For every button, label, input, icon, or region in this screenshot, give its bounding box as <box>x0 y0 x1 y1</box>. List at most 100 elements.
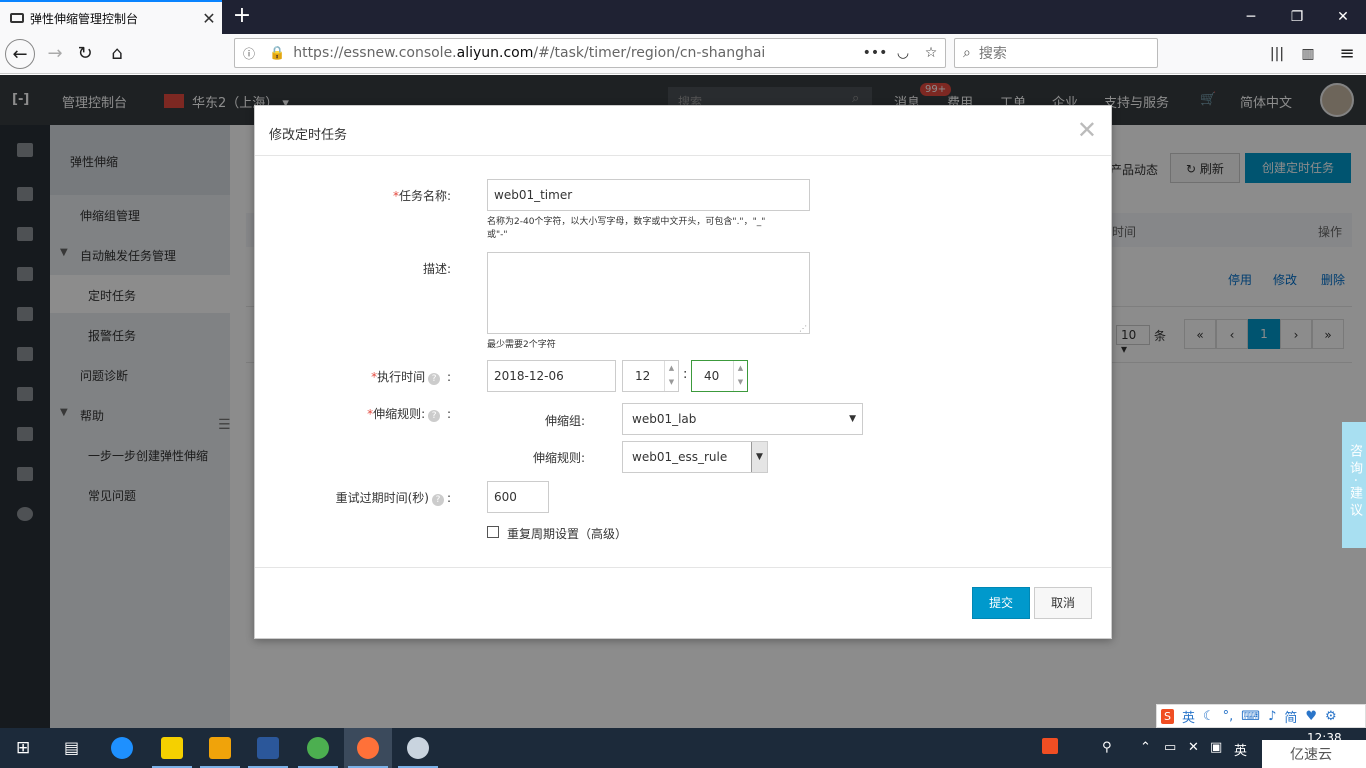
exec-time-label: *执行时间? : <box>371 370 451 385</box>
tab-title: 弹性伸缩管理控制台 <box>30 11 139 26</box>
description-textarea[interactable]: ⋰ <box>487 252 810 334</box>
scaling-rule-label: *伸缩规则:? : <box>367 407 451 422</box>
info-icon[interactable]: ⓘ <box>243 45 255 62</box>
task-view-button[interactable]: ▤ <box>48 728 96 768</box>
minute-value: 40 <box>704 369 720 383</box>
hour-stepper[interactable]: 12 ▲ ▼ <box>622 360 679 392</box>
ime-toolbar: S 英 ☾ °, ⌨ ♪ 简 ♥ ⚙ <box>1156 704 1366 728</box>
minimize-icon[interactable]: ─ <box>1228 0 1274 34</box>
retry-label: 重试过期时间(秒)?: <box>335 491 451 506</box>
windows-logo-icon: ⊞ <box>16 738 31 758</box>
bookmark-star-icon[interactable]: ☆ <box>917 45 945 61</box>
search-placeholder: 搜索 <box>978 46 1007 62</box>
paint-icon <box>407 737 429 759</box>
pocket-icon[interactable]: ◡ <box>889 45 917 61</box>
sogou-logo-icon[interactable]: S <box>1161 708 1174 724</box>
browser-search-input[interactable]: ⌕ 搜索 <box>954 38 1158 68</box>
task-view-icon: ▤ <box>64 738 80 757</box>
help-icon[interactable]: ? <box>428 410 441 422</box>
browser-tab-bar: 弹性伸缩管理控制台 ✕ + ─ ❐ ✕ <box>0 0 1366 34</box>
url-text: https://essnew.console.aliyun.com/#/task… <box>293 45 766 61</box>
outlook-app[interactable] <box>196 728 244 768</box>
hour-value: 12 <box>635 369 651 383</box>
back-icon[interactable]: ← <box>5 39 35 69</box>
lock-icon: 🔒 <box>269 45 286 61</box>
help-icon[interactable]: ? <box>431 494 444 506</box>
paint-app[interactable] <box>394 728 442 768</box>
network-icon[interactable]: ▣ <box>1210 740 1222 755</box>
punctuation-icon[interactable]: °, <box>1223 709 1234 724</box>
task-name-label: *任务名称: <box>392 189 451 203</box>
keyboard-icon[interactable]: ⌨ <box>1241 709 1260 724</box>
settings-icon[interactable]: ⚙ <box>1325 709 1337 724</box>
library-icon[interactable]: ||| <box>1262 39 1292 69</box>
ime-simplified[interactable]: 简 <box>1284 707 1297 726</box>
date-input[interactable]: 2018-12-06 <box>487 360 616 392</box>
caret-down-icon: ▼ <box>849 414 856 424</box>
divider <box>255 567 1111 568</box>
cancel-button[interactable]: 取消 <box>1034 587 1092 619</box>
new-tab-icon[interactable]: + <box>230 2 254 30</box>
ie-icon <box>111 737 133 759</box>
browser-nav-bar: ← → ↻ ⌂ ⓘ 🔒 https://essnew.console.aliyu… <box>0 34 1366 74</box>
time-separator: : <box>683 367 688 382</box>
minute-spin-icon[interactable]: ▲ ▼ <box>733 361 747 391</box>
dialog-title: 修改定时任务 <box>255 106 1111 156</box>
voice-icon[interactable]: ♪ <box>1268 709 1276 724</box>
reload-icon[interactable]: ↻ <box>70 39 100 69</box>
task-name-hint: 名称为2-40个字符，以大小写字母，数字或中文开头，可包含"."，"_" 或"-" <box>487 217 766 240</box>
dialog-close-icon[interactable]: ✕ <box>1077 116 1097 144</box>
sticky-notes-icon <box>161 737 183 759</box>
ime-mode[interactable]: 英 <box>1182 707 1195 726</box>
windows-taskbar: ⊞ ▤ ⚲ ⌃ ▭ ✕ ▣ 英 12:38 亿速云 <box>0 728 1366 768</box>
description-label: 描述: <box>422 262 451 276</box>
volume-mute-icon[interactable]: ✕ <box>1188 740 1199 755</box>
menu-icon[interactable]: ≡ <box>1332 39 1362 69</box>
moon-icon[interactable]: ☾ <box>1203 709 1215 724</box>
people-icon[interactable]: ⚲ <box>1102 740 1112 755</box>
edit-timer-task-dialog: 修改定时任务 ✕ *任务名称: web01_timer 名称为2-40个字符，以… <box>254 105 1112 639</box>
skin-icon[interactable]: ♥ <box>1305 709 1317 724</box>
consult-feedback-tab[interactable]: 咨询·建议 <box>1342 422 1366 548</box>
firefox-icon <box>357 737 379 759</box>
window-close-icon[interactable]: ✕ <box>1320 0 1366 34</box>
rule-select[interactable]: web01_ess_rule ▼ <box>622 441 768 473</box>
tab-close-icon[interactable]: ✕ <box>196 9 222 28</box>
word-app[interactable] <box>244 728 292 768</box>
forward-icon[interactable]: → <box>40 39 70 69</box>
repeat-checkbox[interactable] <box>487 526 499 538</box>
sidebar-toggle-icon[interactable]: ▥ <box>1293 39 1323 69</box>
hour-spin-icon[interactable]: ▲ ▼ <box>664 361 678 391</box>
chrome-app[interactable] <box>294 728 342 768</box>
page-actions-icon[interactable]: ••• <box>861 45 889 61</box>
task-name-input[interactable]: web01_timer <box>487 179 810 211</box>
aliyun-favicon-icon <box>10 13 24 23</box>
watermark-text: 亿速云 <box>1290 747 1332 763</box>
battery-icon[interactable]: ▭ <box>1164 740 1176 755</box>
url-bar[interactable]: ⓘ 🔒 https://essnew.console.aliyun.com/#/… <box>234 38 946 68</box>
input-lang[interactable]: 英 <box>1234 740 1247 759</box>
sticky-notes-app[interactable] <box>148 728 196 768</box>
search-icon: ⌕ <box>963 45 971 61</box>
repeat-label[interactable]: 重复周期设置（高级） <box>507 525 627 542</box>
outlook-icon <box>209 737 231 759</box>
group-select[interactable]: web01_lab ▼ <box>622 403 863 435</box>
group-label: 伸缩组: <box>544 414 585 428</box>
home-icon[interactable]: ⌂ <box>102 39 132 69</box>
resize-handle-icon[interactable]: ⋰ <box>799 324 807 333</box>
retry-input[interactable]: 600 <box>487 481 549 513</box>
select-arrow-icon: ▼ <box>751 442 767 472</box>
rule-sub-label: 伸缩规则: <box>532 451 585 465</box>
start-button[interactable]: ⊞ <box>0 728 48 768</box>
help-icon[interactable]: ? <box>428 373 441 385</box>
group-value: web01_lab <box>632 412 697 426</box>
firefox-app[interactable] <box>344 728 392 768</box>
browser-tab[interactable]: 弹性伸缩管理控制台 ✕ <box>0 0 222 34</box>
minute-stepper[interactable]: 40 ▲ ▼ <box>691 360 748 392</box>
sogou-tray-icon[interactable] <box>1042 738 1058 754</box>
submit-button[interactable]: 提交 <box>972 587 1030 619</box>
ie-app[interactable] <box>98 728 146 768</box>
tray-expand-icon[interactable]: ⌃ <box>1140 740 1151 755</box>
rule-value: web01_ess_rule <box>632 450 728 464</box>
restore-icon[interactable]: ❐ <box>1274 0 1320 34</box>
